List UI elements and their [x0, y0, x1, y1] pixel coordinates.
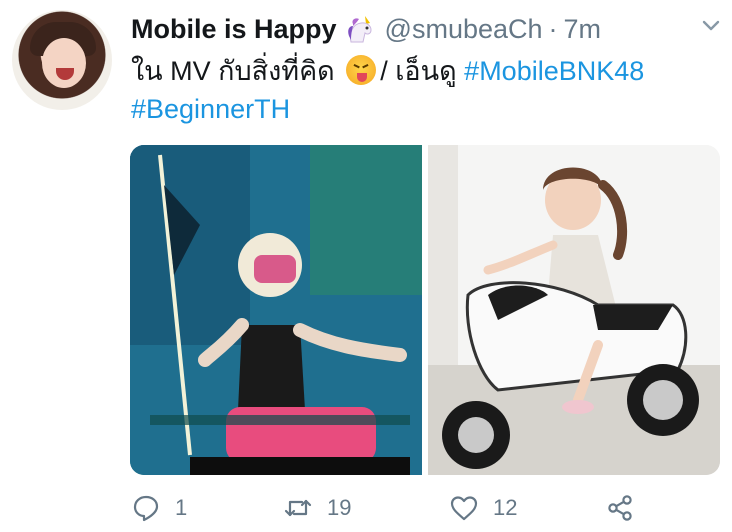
tweet-text-part1: ใน MV กับสิ่งที่คิด [131, 56, 335, 86]
media-photo-right[interactable] [428, 145, 720, 475]
tweet-time[interactable]: 7m [564, 14, 602, 45]
tweet-card[interactable]: Mobile is Happy @smubeaCh · 7m ใน MV กับ… [0, 0, 732, 532]
squinting-face-with-tongue-icon [346, 55, 377, 85]
tweet-text-part2: / เอ็นดู [380, 56, 457, 86]
heart-icon [450, 496, 478, 521]
reply-icon [133, 495, 159, 522]
avatar[interactable] [12, 10, 112, 110]
unicorn-icon [343, 14, 377, 44]
share-button[interactable] [605, 492, 635, 524]
hashtag-link[interactable]: #BeginnerTH [131, 94, 290, 124]
retweet-icon [284, 499, 312, 517]
retweet-button[interactable]: 19 [283, 492, 351, 524]
separator-dot: · [548, 13, 558, 44]
media-grid [130, 145, 720, 475]
like-count: 12 [493, 495, 518, 520]
tweet-header: Mobile is Happy @smubeaCh · 7m [131, 12, 601, 46]
tweet-actions: 1 19 12 [131, 492, 651, 524]
retweet-count: 19 [327, 495, 352, 520]
tweet-text: ใน MV กับสิ่งที่คิด / เอ็นดู #MobileBNK4… [131, 52, 721, 128]
author-handle[interactable]: @smubeaCh [385, 14, 543, 45]
like-button[interactable]: 12 [449, 492, 517, 524]
reply-button[interactable]: 1 [131, 492, 187, 524]
hashtag-link[interactable]: #MobileBNK48 [464, 56, 644, 86]
avatar-face [42, 38, 86, 88]
chevron-down-icon[interactable] [700, 14, 722, 36]
share-icon [608, 495, 632, 521]
reply-count: 1 [175, 495, 188, 520]
media-photo-left[interactable] [130, 145, 422, 475]
author-name[interactable]: Mobile is Happy [131, 14, 337, 45]
